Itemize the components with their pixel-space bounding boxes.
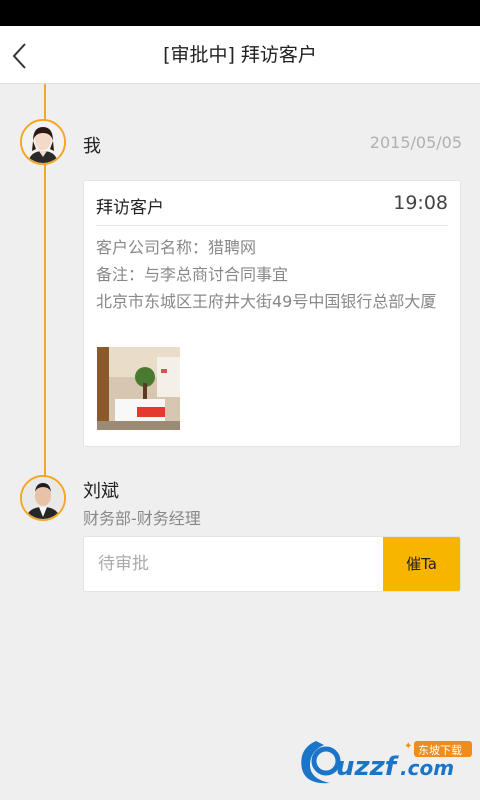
card-details: 客户公司名称：猎聘网 备注：与李总商讨合同事宜 北京市东城区王府井大街49号中国… — [96, 234, 450, 315]
uzzf-watermark-logo: uzzf .com 东坡下载 ✦ — [296, 735, 476, 790]
urge-button[interactable]: 催Ta — [383, 537, 460, 591]
svg-text:东坡下载: 东坡下载 — [418, 744, 462, 757]
attached-photo[interactable] — [97, 347, 180, 430]
submit-date: 2015/05/05 — [369, 133, 462, 152]
svg-text:uzzf: uzzf — [336, 752, 400, 782]
applicant-avatar — [20, 119, 66, 165]
divider — [96, 225, 448, 226]
address-line: 北京市东城区王府井大街49号中国银行总部大厦 — [96, 292, 437, 311]
card-time: 19:08 — [393, 192, 448, 214]
svg-text:✦: ✦ — [404, 741, 412, 752]
card-title: 拜访客户 — [96, 198, 164, 218]
approval-status-row: 待审批 催Ta — [83, 536, 461, 592]
note-line: 备注：与李总商讨合同事宜 — [96, 265, 289, 284]
visit-card[interactable]: 拜访客户 19:08 客户公司名称：猎聘网 备注：与李总商讨合同事宜 北京市东城… — [83, 180, 461, 447]
back-button[interactable] — [0, 26, 54, 84]
pending-status: 待审批 — [98, 554, 149, 574]
applicant-name: 我 — [83, 136, 101, 157]
chevron-left-icon — [12, 43, 26, 69]
approver-name: 刘斌 — [83, 481, 119, 502]
approver-avatar — [20, 475, 66, 521]
nav-bar: [审批中] 拜访客户 — [0, 26, 480, 84]
status-bar — [0, 0, 480, 26]
svg-text:.com: .com — [400, 756, 454, 780]
approver-department: 财务部-财务经理 — [83, 509, 201, 528]
page-title: [审批中] 拜访客户 — [163, 44, 317, 66]
company-line: 客户公司名称：猎聘网 — [96, 238, 257, 257]
